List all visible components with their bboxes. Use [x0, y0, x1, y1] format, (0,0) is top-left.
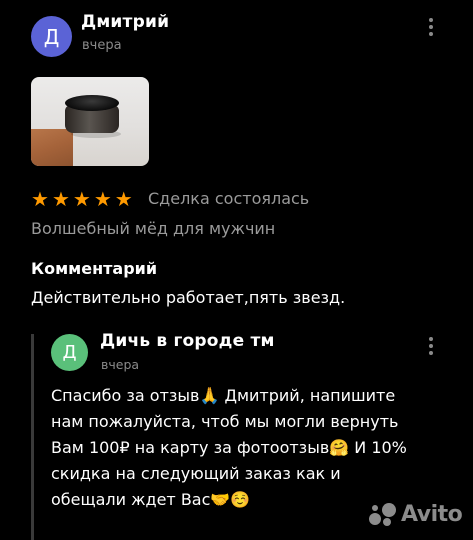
reply-date: вчера [101, 357, 140, 372]
comment-text: Действительно работает,пять звезд. [31, 288, 346, 307]
avito-watermark: Avito [367, 499, 463, 529]
reply-author-initial: Д [62, 342, 77, 363]
star-icon: ★ [51, 187, 70, 211]
deal-status: Сделка состоялась [148, 189, 310, 208]
review-author-avatar[interactable]: Д [31, 16, 72, 57]
star-icon: ★ [72, 187, 91, 211]
star-icon: ★ [93, 187, 112, 211]
reply-text: Спасибо за отзыв🙏 Дмитрий, напишите нам … [51, 386, 407, 509]
product-name[interactable]: Волшебный мёд для мужчин [31, 219, 275, 238]
photo-jar-lid [65, 95, 119, 111]
reply-author-name[interactable]: Дичь в городе тм [100, 331, 275, 351]
review-author-initial: Д [43, 24, 60, 49]
comment-heading: Комментарий [31, 259, 158, 278]
reply-author-avatar[interactable]: Д [51, 334, 88, 371]
review-date: вчера [82, 38, 122, 53]
star-icon: ★ [31, 187, 49, 211]
star-icon: ★ [114, 187, 133, 211]
review-author-name[interactable]: Дмитрий [81, 12, 169, 32]
avito-logo-icon [367, 499, 397, 529]
rating-stars: ★ ★ ★ ★ ★ [31, 188, 133, 210]
review-more-options-icon[interactable] [429, 18, 433, 36]
reply-more-options-icon[interactable] [429, 337, 433, 355]
review-photo[interactable] [31, 77, 149, 166]
avito-logo-text: Avito [401, 501, 463, 527]
photo-wood-surface [31, 129, 73, 166]
reply-indent-bar [31, 334, 34, 540]
